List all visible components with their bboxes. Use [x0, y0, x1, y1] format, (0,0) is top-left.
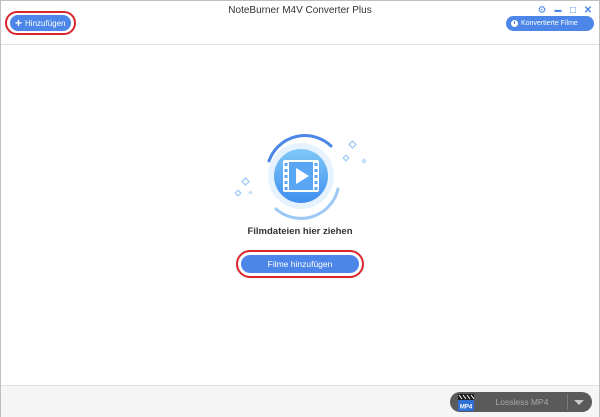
drop-instruction-text: Filmdateien hier ziehen [247, 226, 353, 237]
add-button[interactable]: + Hinzufügen [10, 15, 71, 31]
app-window: NoteBurner M4V Converter Plus + Hinzufüg… [0, 0, 600, 417]
mp4-icon-text: MP4 [460, 405, 473, 411]
add-films-button[interactable]: Filme hinzufügen [241, 255, 359, 273]
converted-films-button[interactable]: Konvertierte Filme [506, 16, 594, 31]
format-divider [567, 394, 568, 410]
converted-films-label: Konvertierte Filme [521, 20, 578, 27]
settings-gear-icon[interactable]: ⚙ [537, 5, 547, 16]
output-format-label: Lossless MP4 [495, 397, 549, 407]
window-title: NoteBurner M4V Converter Plus [228, 5, 372, 16]
chevron-down-icon[interactable] [574, 400, 584, 405]
plus-icon: + [15, 16, 23, 30]
mp4-file-icon: MP4 [458, 394, 474, 411]
close-icon[interactable]: ✕ [583, 5, 593, 16]
add-button-label: Hinzufügen [25, 18, 66, 28]
film-play-icon [234, 134, 367, 220]
clock-icon [511, 20, 518, 27]
minimize-icon[interactable]: ▬ [553, 5, 563, 15]
maximize-icon[interactable]: □ [568, 5, 578, 16]
